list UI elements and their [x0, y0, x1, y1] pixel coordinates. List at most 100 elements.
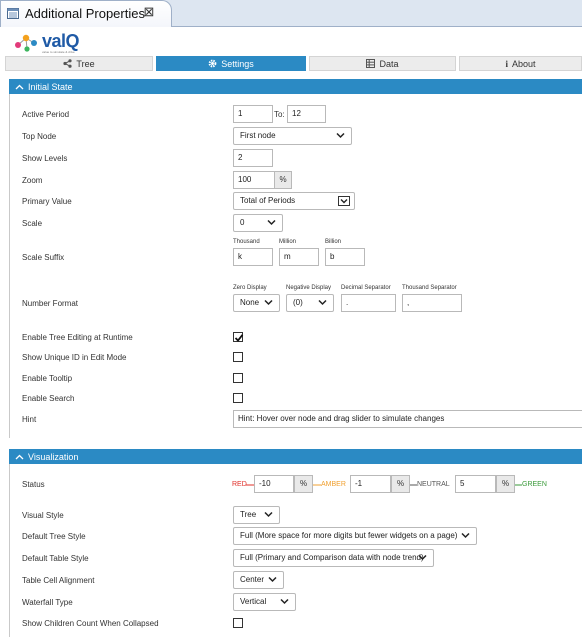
status-amber-label: AMBER: [321, 481, 346, 488]
status-neutral-input[interactable]: 5: [455, 475, 496, 493]
decimal-separator-input[interactable]: .: [341, 294, 396, 312]
scale-suffix-label: Scale Suffix: [22, 253, 65, 262]
status-red-label: RED: [232, 481, 247, 488]
enable-search-checkbox[interactable]: [233, 393, 243, 403]
scale-value: 0: [240, 218, 245, 227]
status-neutral-label: NEUTRAL: [417, 481, 450, 488]
editor-tab-title: Additional Properties: [25, 6, 145, 21]
default-table-style-select[interactable]: Full (Primary and Comparison data with n…: [233, 549, 434, 567]
top-node-value: First node: [240, 131, 276, 140]
status-amber-unit: %: [391, 475, 410, 493]
status-neutral-unit: %: [496, 475, 515, 493]
info-icon: i: [505, 58, 508, 69]
visual-style-value: Tree: [240, 510, 257, 519]
show-levels-input[interactable]: 2: [233, 149, 273, 167]
default-table-style-label: Default Table Style: [22, 554, 89, 563]
enable-tooltip-checkbox[interactable]: [233, 373, 243, 383]
chevron-down-icon: [268, 576, 277, 583]
close-icon[interactable]: ⊠: [142, 4, 156, 20]
chevron-down-icon: [318, 299, 327, 306]
visual-style-select[interactable]: Tree: [233, 506, 280, 524]
scale-label: Scale: [22, 219, 43, 228]
chevron-down-icon: [280, 598, 289, 605]
thousand-label: Thousand: [233, 239, 260, 245]
initial-state-title: Initial State: [28, 81, 73, 92]
negative-display-select[interactable]: (0): [286, 294, 334, 312]
active-period-from-input[interactable]: 1: [233, 105, 273, 123]
logo-tagline: value to simulate & drive: [42, 50, 75, 54]
primary-value-label: Primary Value: [22, 197, 72, 206]
chevron-up-icon: [15, 84, 24, 89]
tab-tree[interactable]: Tree: [5, 56, 153, 71]
waterfall-type-select[interactable]: Vertical: [233, 593, 296, 611]
thousand-separator-input[interactable]: ,: [402, 294, 462, 312]
scale-select[interactable]: 0: [233, 214, 283, 232]
waterfall-type-value: Vertical: [240, 597, 267, 606]
billion-suffix-input[interactable]: b: [325, 248, 365, 266]
status-red-line: [246, 484, 254, 486]
active-period-to-label: To:: [274, 110, 285, 119]
chevron-down-icon: [418, 554, 427, 561]
chevron-down-icon: [264, 511, 273, 518]
default-tree-style-label: Default Tree Style: [22, 532, 86, 541]
default-table-style-value: Full (Primary and Comparison data with n…: [240, 553, 424, 562]
chevron-down-icon: [461, 532, 470, 539]
tab-data[interactable]: Data: [309, 56, 456, 71]
tab-tree-label: Tree: [76, 58, 95, 69]
million-suffix-input[interactable]: m: [279, 248, 319, 266]
database-icon: [366, 59, 376, 68]
status-label: Status: [22, 480, 45, 489]
status-green-label: GREEN: [522, 481, 547, 488]
status-green-line: [515, 484, 522, 486]
enable-tree-editing-checkbox[interactable]: [233, 332, 244, 342]
tab-settings-label: Settings: [221, 58, 254, 69]
active-period-to-input[interactable]: 12: [287, 105, 326, 123]
top-node-select[interactable]: First node: [233, 127, 352, 145]
chevron-up-icon: [15, 454, 24, 459]
enable-tooltip-label: Enable Tooltip: [22, 374, 73, 383]
initial-state-header[interactable]: Initial State: [9, 79, 582, 94]
enable-tree-editing-label: Enable Tree Editing at Runtime: [22, 333, 133, 342]
status-red-unit: %: [294, 475, 313, 493]
zero-display-label: Zero Display: [233, 285, 267, 291]
initial-state-body: [9, 94, 582, 438]
billion-label: Billion: [325, 239, 342, 245]
valq-logo-icon: [15, 34, 37, 52]
show-unique-id-label: Show Unique ID in Edit Mode: [22, 353, 127, 362]
visual-style-label: Visual Style: [22, 511, 64, 520]
tab-data-label: Data: [379, 58, 399, 69]
visualization-title: Visualization: [28, 451, 79, 462]
show-unique-id-checkbox[interactable]: [233, 352, 243, 362]
dropdown-box-icon: [338, 196, 350, 206]
zero-display-value: None: [240, 298, 260, 307]
zoom-label: Zoom: [22, 176, 43, 185]
thousand-suffix-input[interactable]: k: [233, 248, 273, 266]
table-cell-alignment-label: Table Cell Alignment: [22, 576, 95, 585]
thousand-separator-label: Thousand Separator: [402, 285, 457, 291]
million-label: Million: [279, 239, 297, 245]
chevron-down-icon: [264, 299, 273, 306]
table-cell-alignment-select[interactable]: Center: [233, 571, 284, 589]
hint-input[interactable]: Hint: Hover over node and drag slider to…: [233, 410, 582, 428]
share-icon: [63, 59, 73, 68]
status-amber-line-left: [313, 484, 321, 486]
primary-value-select[interactable]: Total of Periods: [233, 192, 355, 210]
default-tree-style-value: Full (More space for more digits but few…: [240, 531, 458, 540]
chevron-down-icon: [267, 219, 276, 226]
status-red-input[interactable]: -10: [254, 475, 294, 493]
visualization-header[interactable]: Visualization: [9, 449, 582, 464]
default-tree-style-select[interactable]: Full (More space for more digits but few…: [233, 527, 477, 545]
properties-icon: [7, 8, 19, 19]
zero-display-select[interactable]: None: [233, 294, 280, 312]
number-format-label: Number Format: [22, 299, 79, 308]
status-amber-input[interactable]: -1: [350, 475, 391, 493]
checkmark-icon: [234, 334, 244, 342]
show-children-count-checkbox[interactable]: [233, 618, 243, 628]
tab-settings[interactable]: Settings: [156, 56, 306, 71]
zoom-input[interactable]: 100: [233, 171, 275, 189]
negative-display-label: Negative Display: [286, 285, 332, 291]
show-levels-label: Show Levels: [22, 154, 68, 163]
tab-about-label: About: [511, 58, 536, 69]
tab-about[interactable]: i About: [459, 56, 582, 71]
editor-tab[interactable]: Additional Properties ⊠: [0, 0, 172, 27]
